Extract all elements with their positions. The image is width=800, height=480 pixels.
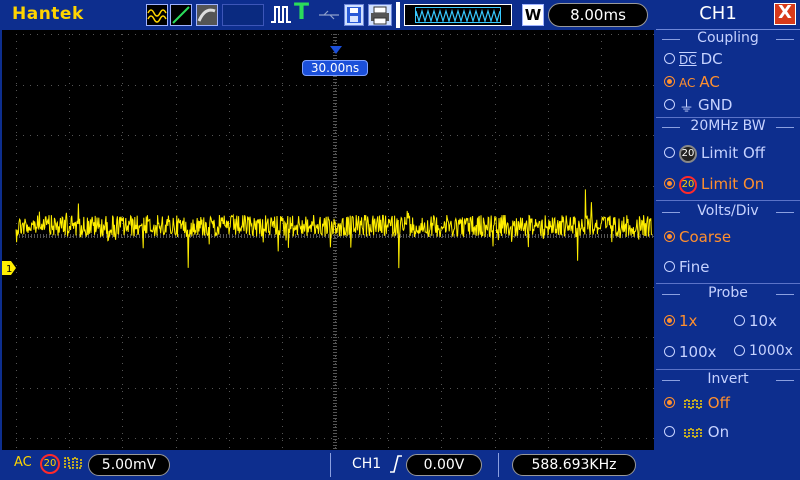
radio-icon	[664, 261, 675, 272]
volts-option-coarse[interactable]: Coarse	[664, 228, 731, 250]
radio-icon	[664, 99, 675, 110]
bottom-divider	[498, 453, 499, 477]
status-slot	[222, 4, 264, 26]
radio-icon	[664, 147, 675, 158]
memory-depth-icon[interactable]	[404, 4, 512, 26]
menu-divider	[656, 200, 800, 201]
probe-option-100x[interactable]: 100x	[664, 343, 717, 365]
radio-icon	[664, 53, 675, 64]
radio-icon	[664, 346, 675, 357]
menu-divider	[656, 369, 800, 370]
radio-icon	[664, 315, 675, 326]
probe-option-1000x[interactable]: 1000x	[734, 343, 793, 365]
option-label: Limit On	[701, 175, 765, 193]
bw-option-limit-on[interactable]: 20 Limit On	[664, 175, 764, 197]
persist-icon[interactable]	[196, 4, 218, 26]
ch1-side-menu: CH1 X Coupling DC DC AC AC ⏚ GND 20MHz BW 2…	[656, 0, 800, 480]
bw-group-heading: 20MHz BW	[656, 118, 800, 136]
rising-edge-icon[interactable]	[389, 454, 403, 478]
coupling-indicator: AC	[14, 455, 32, 470]
coupling-option-dc[interactable]: DC DC	[664, 50, 723, 72]
volts-div-readout[interactable]: 5.00mV	[88, 454, 170, 476]
coupling-option-gnd[interactable]: ⏚ GND	[664, 95, 732, 117]
radio-icon	[664, 426, 675, 437]
probe-option-1x[interactable]: 1x	[664, 312, 697, 334]
radio-icon	[664, 76, 675, 87]
probe-option-10x[interactable]: 10x	[734, 312, 777, 334]
coupling-group-heading: Coupling	[656, 30, 800, 48]
option-label: AC	[699, 73, 720, 91]
invert-icon	[64, 456, 84, 474]
trigger-icon[interactable]: T	[294, 2, 314, 24]
option-label: DC	[700, 50, 723, 68]
trigger-position-readout[interactable]: 30.00ns	[302, 60, 368, 76]
option-label: 1000x	[749, 343, 793, 359]
bottom-status-bar: AC 20 5.00mV CH1 0.00V 588.693KHz	[0, 450, 656, 480]
trigger-level-readout[interactable]: 0.00V	[406, 454, 482, 476]
ac-icon: AC	[679, 75, 696, 90]
frequency-readout: 588.693KHz	[512, 454, 636, 476]
option-label: 1x	[679, 312, 698, 330]
invert-off-icon	[684, 398, 702, 409]
option-label: Fine	[679, 258, 710, 276]
radio-icon	[664, 231, 675, 242]
ch1-marker-label: 1	[6, 264, 12, 275]
bottom-divider	[330, 453, 331, 477]
acquire-wave-icon[interactable]	[146, 4, 168, 26]
invert-on-icon	[684, 427, 702, 438]
option-label: 10x	[749, 312, 777, 330]
ch1-ground-marker[interactable]: 1	[2, 261, 16, 275]
print-icon[interactable]	[368, 4, 392, 26]
option-label: Limit Off	[701, 144, 766, 162]
option-label: Off	[707, 394, 730, 412]
bw-20-icon: 20	[679, 175, 697, 194]
option-label: 100x	[679, 343, 717, 361]
menu-header: CH1 X	[656, 0, 800, 30]
menu-title: CH1	[699, 3, 737, 24]
trigger-source-label[interactable]: CH1	[352, 456, 381, 472]
top-status-bar: Hantek T W 8.00ms	[0, 0, 656, 30]
dc-icon: DC	[679, 52, 697, 67]
invert-option-off[interactable]: Off	[664, 394, 730, 416]
option-label: GND	[698, 96, 733, 114]
menu-divider	[656, 283, 800, 284]
volts-group-heading: Volts/Div	[656, 203, 800, 221]
brand-logo: Hantek	[12, 4, 84, 24]
option-label: Coarse	[679, 228, 732, 246]
usb-icon	[318, 10, 340, 20]
volts-option-fine[interactable]: Fine	[664, 258, 709, 280]
radio-icon	[664, 397, 675, 408]
radio-icon	[734, 344, 745, 356]
save-icon[interactable]	[344, 4, 364, 26]
radio-icon	[734, 315, 745, 326]
coupling-option-ac[interactable]: AC AC	[664, 73, 720, 95]
close-button[interactable]: X	[774, 3, 796, 25]
option-label: On	[707, 423, 730, 441]
invert-group-heading: Invert	[656, 371, 800, 389]
pulse-icon[interactable]	[270, 4, 292, 26]
ground-icon: ⏚	[679, 97, 695, 115]
graticule-grid	[16, 34, 654, 449]
timebase-readout[interactable]: 8.00ms	[548, 3, 648, 27]
toolbar-divider	[396, 2, 400, 28]
radio-icon	[664, 178, 675, 189]
acquire-line-icon[interactable]	[170, 4, 192, 26]
waveform-display[interactable]: 30.00ns 1	[0, 30, 656, 450]
bw-option-limit-off[interactable]: 20 Limit Off	[664, 144, 765, 166]
probe-group-heading: Probe	[656, 285, 800, 303]
memory-window-label[interactable]: W	[522, 4, 544, 26]
bw-20-icon: 20	[679, 144, 697, 163]
trigger-pointer-icon	[330, 46, 342, 54]
invert-option-on[interactable]: On	[664, 423, 729, 445]
bw-limit-icon: 20	[40, 454, 60, 474]
